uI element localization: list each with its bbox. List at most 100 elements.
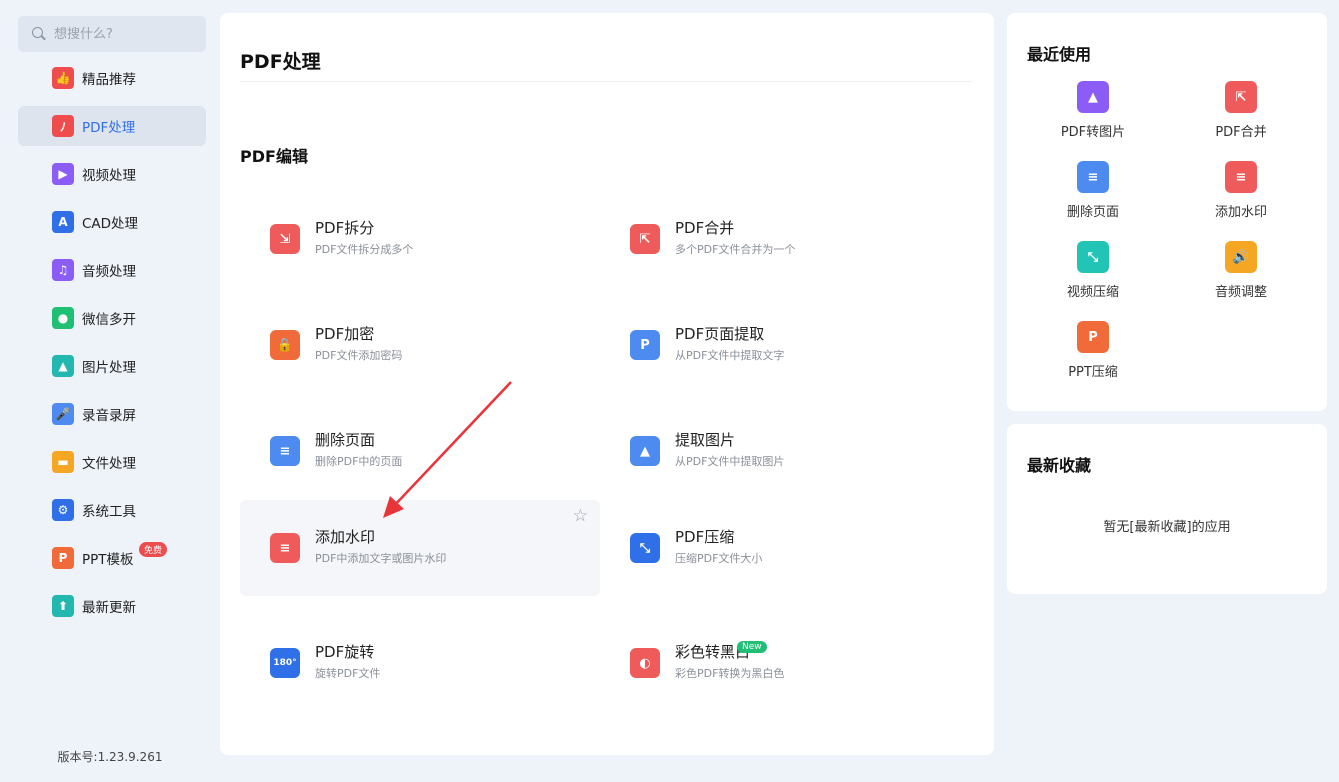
extract-image-icon: ▲ <box>630 436 660 466</box>
sidebar: 👍 精品推荐 ﾉ PDF处理 ▶ 视频处理 A CAD处理 ♫ 音频处理 ● 微… <box>0 0 220 782</box>
merge-icon: ⇱ <box>1225 81 1257 113</box>
star-icon[interactable]: ☆ <box>573 506 588 526</box>
tool-name: PDF旋转 <box>315 643 375 661</box>
tool-name: PDF页面提取 <box>675 325 765 343</box>
sidebar-item-label: 微信多开 <box>82 312 136 328</box>
tool-pdf-split[interactable]: ⇲ PDF拆分 PDF文件拆分成多个 <box>240 191 600 287</box>
recent-item-watermark[interactable]: ≡ 添加水印 <box>1181 161 1301 231</box>
image-icon: ▲ <box>52 355 74 377</box>
favorites-panel: 最新收藏 暂无[最新收藏]的应用 <box>1007 424 1327 594</box>
color-to-bw-icon: ◐ <box>630 648 660 678</box>
sidebar-item-files[interactable]: ▬ 文件处理 <box>18 442 206 482</box>
recent-item-label: PDF转图片 <box>1060 125 1126 140</box>
tool-add-watermark[interactable]: ≡ 添加水印 PDF中添加文字或图片水印 ☆ <box>240 500 600 596</box>
tool-name: 添加水印 <box>315 528 376 546</box>
tool-pdf-encrypt[interactable]: 🔒 PDF加密 PDF文件添加密码 <box>240 297 600 393</box>
sidebar-item-recording[interactable]: 🎤 录音录屏 <box>18 394 206 434</box>
recent-item-pdf-merge[interactable]: ⇱ PDF合并 <box>1181 81 1301 151</box>
sidebar-item-label: 系统工具 <box>82 504 136 520</box>
recent-item-label: 视频压缩 <box>1066 285 1119 300</box>
rotate-icon: 180° <box>270 648 300 678</box>
music-icon: ♫ <box>52 259 74 281</box>
sidebar-item-label: 精品推荐 <box>82 72 136 88</box>
recent-item-label: 音频调整 <box>1214 285 1267 300</box>
sidebar-item-audio[interactable]: ♫ 音频处理 <box>18 250 206 290</box>
sidebar-item-label: 音频处理 <box>82 264 136 280</box>
recent-item-label: PPT压缩 <box>1068 365 1118 380</box>
upload-icon: ⬆ <box>52 595 74 617</box>
search-box[interactable] <box>18 16 206 52</box>
sidebar-item-label: 视频处理 <box>82 168 136 184</box>
gear-icon: ⚙ <box>52 499 74 521</box>
cad-icon: A <box>52 211 74 233</box>
version-label: 版本号:1.23.9.261 <box>57 750 163 764</box>
recent-item-pdf-to-image[interactable]: ▲ PDF转图片 <box>1033 81 1153 151</box>
tool-name: 删除页面 <box>315 431 376 449</box>
recent-item-ppt-compress[interactable]: P PPT压缩 <box>1033 321 1153 391</box>
sidebar-item-label: 最新更新 <box>82 600 136 616</box>
sidebar-item-video[interactable]: ▶ 视频处理 <box>18 154 206 194</box>
sidebar-item-system[interactable]: ⚙ 系统工具 <box>18 490 206 530</box>
pdf-icon: ﾉ <box>52 115 74 137</box>
search-icon <box>32 27 46 41</box>
tool-name: PDF压缩 <box>675 528 735 546</box>
tool-desc: PDF文件添加密码 <box>315 349 403 362</box>
thumbs-up-icon: 👍 <box>52 67 74 89</box>
tool-extract-image[interactable]: ▲ 提取图片 从PDF文件中提取图片 <box>600 403 960 499</box>
sidebar-item-label: 文件处理 <box>82 456 136 472</box>
recent-item-delete-page[interactable]: ≡ 删除页面 <box>1033 161 1153 231</box>
favorites-title: 最新收藏 <box>1027 456 1092 475</box>
sidebar-item-label: PDF处理 <box>82 120 136 136</box>
tool-delete-page[interactable]: ≡ 删除页面 删除PDF中的页面 <box>240 403 600 499</box>
recent-panel: 最近使用 ▲ PDF转图片 ⇱ PDF合并 ≡ 删除页面 ≡ 添加水印 ⤡ 视频… <box>1007 13 1327 411</box>
sidebar-item-cad[interactable]: A CAD处理 <box>18 202 206 242</box>
tool-desc: 从PDF文件中提取图片 <box>675 455 785 468</box>
recent-title: 最近使用 <box>1027 45 1092 64</box>
new-badge: New <box>737 641 767 653</box>
sidebar-nav: 👍 精品推荐 ﾉ PDF处理 ▶ 视频处理 A CAD处理 ♫ 音频处理 ● 微… <box>18 58 206 634</box>
sidebar-item-featured[interactable]: 👍 精品推荐 <box>18 58 206 98</box>
merge-icon: ⇱ <box>630 224 660 254</box>
recent-item-video-compress[interactable]: ⤡ 视频压缩 <box>1033 241 1153 311</box>
wechat-icon: ● <box>52 307 74 329</box>
sidebar-item-label: PPT模板 <box>82 552 134 568</box>
watermark-icon: ≡ <box>1225 161 1257 193</box>
tool-color-to-bw[interactable]: ◐ 彩色转黑白 New 彩色PDF转换为黑白色 <box>600 615 960 711</box>
lock-icon: 🔒 <box>270 330 300 360</box>
search-input[interactable] <box>54 26 194 42</box>
tool-pdf-compress[interactable]: ⤡ PDF压缩 压缩PDF文件大小 <box>600 500 960 596</box>
tool-desc: PDF中添加文字或图片水印 <box>315 552 447 565</box>
microphone-icon: 🎤 <box>52 403 74 425</box>
sidebar-item-label: CAD处理 <box>82 216 139 232</box>
tool-name: 提取图片 <box>675 431 736 449</box>
sidebar-item-pdf[interactable]: ﾉ PDF处理 <box>18 106 206 146</box>
tool-desc: 从PDF文件中提取文字 <box>675 349 785 362</box>
tool-desc: PDF文件拆分成多个 <box>315 243 414 256</box>
section-title: PDF编辑 <box>240 147 308 166</box>
recent-item-audio-adjust[interactable]: 🔊 音频调整 <box>1181 241 1301 311</box>
main-panel: PDF处理 PDF编辑 ⇲ PDF拆分 PDF文件拆分成多个 ⇱ PDF合并 多… <box>220 13 994 755</box>
recent-item-label: PDF合并 <box>1215 125 1267 140</box>
tool-desc: 多个PDF文件合并为一个 <box>675 243 796 256</box>
tool-desc: 删除PDF中的页面 <box>315 455 403 468</box>
sidebar-item-image[interactable]: ▲ 图片处理 <box>18 346 206 386</box>
tool-pdf-merge[interactable]: ⇱ PDF合并 多个PDF文件合并为一个 <box>600 191 960 287</box>
recent-item-label: 添加水印 <box>1214 205 1267 220</box>
ppt-icon: P <box>52 547 74 569</box>
divider <box>240 81 972 82</box>
sidebar-item-ppt[interactable]: P PPT模板 免费 <box>18 538 206 578</box>
tool-pdf-page-extract[interactable]: P PDF页面提取 从PDF文件中提取文字 <box>600 297 960 393</box>
free-badge: 免费 <box>139 542 168 557</box>
page-extract-icon: P <box>630 330 660 360</box>
favorites-empty-text: 暂无[最新收藏]的应用 <box>1103 520 1231 535</box>
play-icon: ▶ <box>52 163 74 185</box>
ppt-compress-icon: P <box>1077 321 1109 353</box>
speaker-icon: 🔊 <box>1225 241 1257 273</box>
tool-desc: 压缩PDF文件大小 <box>675 552 763 565</box>
tool-name: PDF合并 <box>675 219 735 237</box>
sidebar-item-updates[interactable]: ⬆ 最新更新 <box>18 586 206 626</box>
tool-pdf-rotate[interactable]: 180° PDF旋转 旋转PDF文件 <box>240 615 600 711</box>
sidebar-item-wechat[interactable]: ● 微信多开 <box>18 298 206 338</box>
folder-icon: ▬ <box>52 451 74 473</box>
delete-page-icon: ≡ <box>1077 161 1109 193</box>
